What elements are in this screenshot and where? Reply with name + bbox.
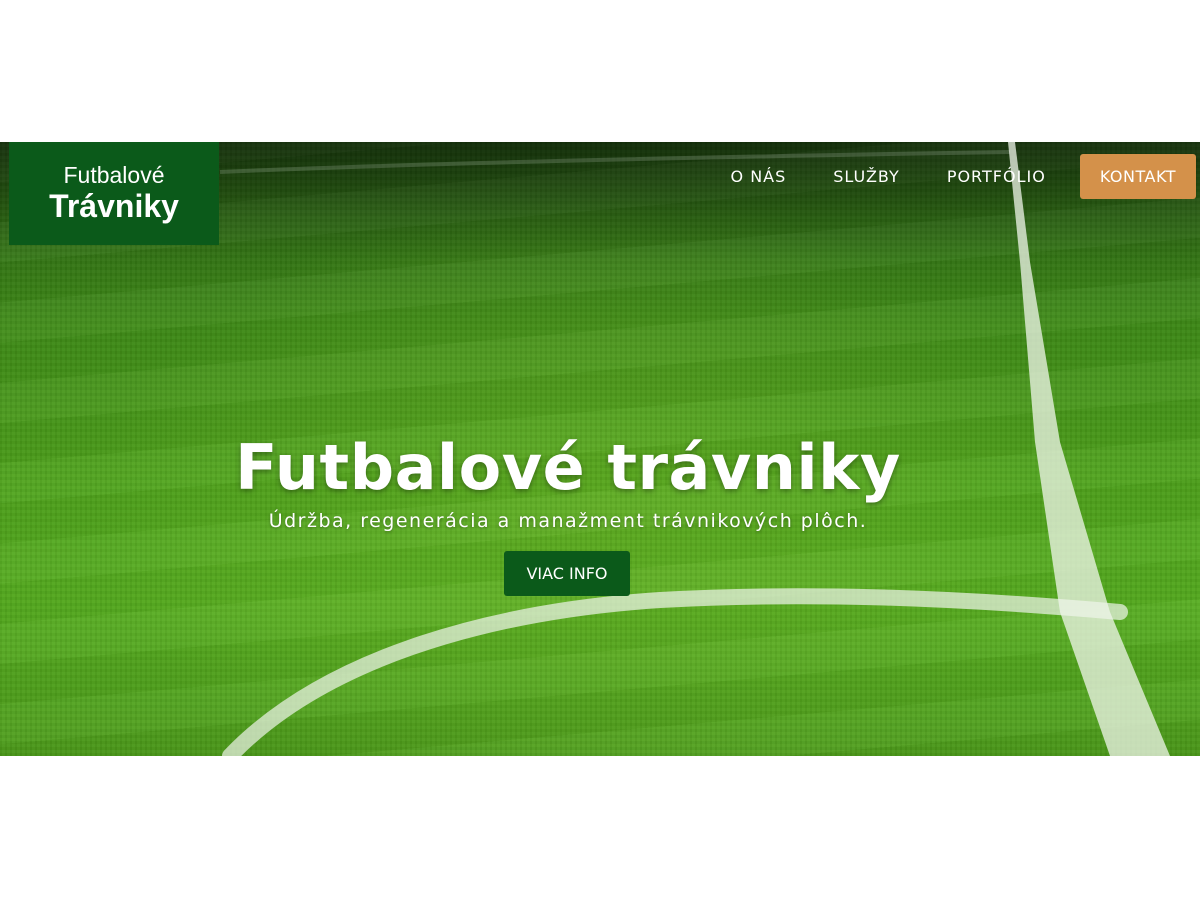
more-info-button[interactable]: VIAC INFO (504, 551, 630, 596)
nav-item-portfolio[interactable]: PORTFÓLIO (947, 167, 1046, 186)
contact-button[interactable]: KONTAKT (1079, 153, 1196, 199)
hero-text: Futbalové trávniky Údržba, regenerácia a… (0, 430, 1136, 534)
site-logo[interactable]: Futbalové Trávniky (9, 142, 219, 245)
hero-subtitle: Údržba, regenerácia a manažment trávniko… (268, 510, 868, 532)
logo-line-2: Trávniky (49, 188, 179, 224)
pitch-arc (222, 588, 1128, 756)
nav-item-o-nas[interactable]: O NÁS (731, 167, 787, 186)
nav-item-sluzby[interactable]: SLUŽBY (833, 167, 900, 186)
logo-line-1: Futbalové (63, 162, 165, 188)
main-nav: O NÁS SLUŽBY PORTFÓLIO KONTAKT (731, 153, 1196, 199)
hero-title: Futbalové trávniky (235, 431, 901, 504)
page: Futbalové Trávniky O NÁS SLUŽBY PORTFÓLI… (0, 0, 1200, 900)
